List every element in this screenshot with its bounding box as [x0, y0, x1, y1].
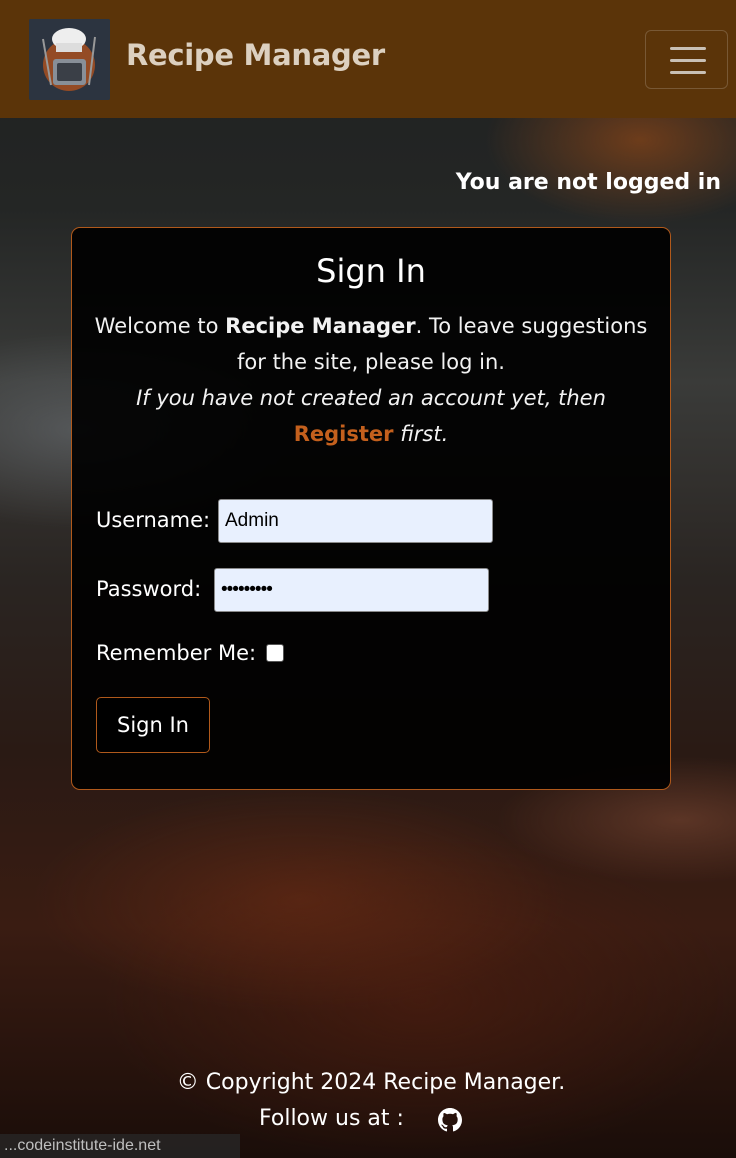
- register-link[interactable]: Register: [294, 422, 394, 446]
- card-title: Sign In: [316, 252, 426, 290]
- username-input[interactable]: Admin: [218, 499, 493, 543]
- browser-status-bar: ...codeinstitute-ide.net: [0, 1134, 240, 1158]
- github-icon[interactable]: [438, 1108, 462, 1132]
- chef-hat-logo-icon[interactable]: [29, 19, 110, 100]
- remember-me-checkbox[interactable]: [266, 644, 284, 662]
- remember-me-label: Remember Me:: [96, 641, 257, 665]
- sign-in-button[interactable]: Sign In: [96, 697, 210, 753]
- intro-italic-text: If you have not created an account yet, …: [136, 386, 606, 410]
- intro-brand: Recipe Manager: [225, 314, 416, 338]
- footer-copyright: © Copyright 2024 Recipe Manager.: [176, 1070, 566, 1095]
- navbar: Recipe Manager: [0, 0, 736, 118]
- brand-title[interactable]: Recipe Manager: [126, 38, 385, 72]
- footer-follow-text: Follow us at :: [259, 1106, 404, 1131]
- intro-text: Welcome to Recipe Manager. To leave sugg…: [94, 314, 648, 446]
- hamburger-menu-icon: [670, 47, 706, 50]
- navbar-toggler-button[interactable]: [645, 30, 728, 89]
- password-input[interactable]: •••••••••: [214, 568, 489, 612]
- login-status-text: You are not logged in: [455, 170, 721, 195]
- username-label: Username:: [96, 508, 211, 532]
- password-label: Password:: [96, 577, 202, 601]
